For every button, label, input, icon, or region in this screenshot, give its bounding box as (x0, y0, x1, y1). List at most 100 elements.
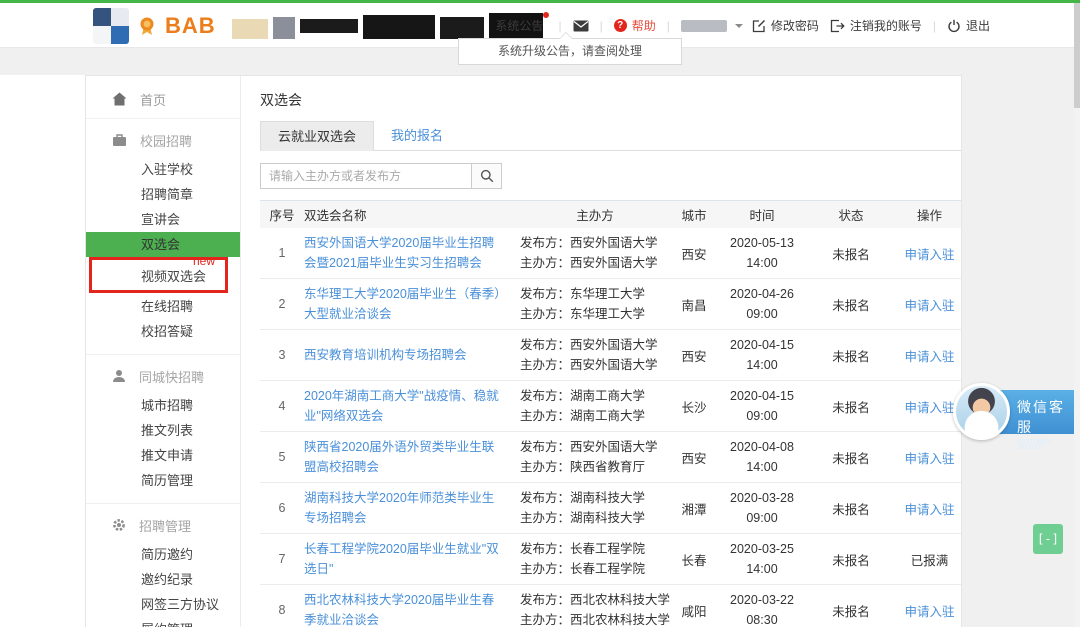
exit-link[interactable]: 退出 (947, 17, 990, 34)
fair-name-link[interactable]: 2020年湖南工商大学"战疫情、稳就业"网络双选会 (304, 389, 499, 423)
apply-link[interactable]: 申请入驻 (904, 299, 954, 313)
sidebar-item[interactable]: 双选会 (86, 232, 240, 257)
fair-name-link[interactable]: 陕西省2020届外语外贸类毕业生联盟高校招聘会 (304, 440, 494, 474)
apply-link[interactable]: 申请入驻 (904, 248, 954, 262)
cell-organizer: 发布方：东华理工大学主办方：东华理工大学 (520, 284, 670, 324)
cell-index: 7 (260, 552, 304, 566)
fair-name-link[interactable]: 湖南科技大学2020年师范类毕业生专场招聘会 (304, 491, 494, 525)
brand-name: BAB (165, 13, 216, 39)
cell-time: 2020-05-1314:00 (718, 233, 806, 273)
wechat-service-title: 微信客服 (1017, 397, 1080, 437)
search-input[interactable] (260, 163, 472, 189)
search-button[interactable] (472, 163, 502, 189)
logout-account-link[interactable]: 注销我的账号 (830, 17, 922, 34)
fair-name-link[interactable]: 西安教育培训机构专场招聘会 (304, 348, 467, 362)
column-header: 序号 (260, 205, 304, 224)
cell-time: 2020-03-2208:30 (718, 590, 806, 627)
fairs-table: 序号双选会名称主办方城市时间状态操作 1西安外国语大学2020届毕业生招聘会暨2… (260, 200, 962, 627)
scrollbar[interactable] (1074, 3, 1080, 627)
sidebar-item[interactable]: 推文申请 (86, 443, 240, 468)
cell-action: 已报满 (896, 550, 962, 569)
table-row: 5陕西省2020届外语外贸类毕业生联盟高校招聘会发布方：西安外国语大学主办方：陕… (260, 432, 962, 483)
fair-name-link[interactable]: 西北农林科技大学2020届毕业生春季就业洽谈会 (304, 593, 494, 627)
change-password-label: 修改密码 (771, 17, 819, 34)
cell-fair-name: 西安教育培训机构专场招聘会 (304, 345, 520, 365)
cell-fair-name: 东华理工大学2020届毕业生（春季）大型就业洽谈会 (304, 284, 520, 324)
sidebar-item[interactable]: 简历管理 (86, 468, 240, 493)
apply-link[interactable]: 申请入驻 (904, 605, 954, 619)
announcement-tooltip[interactable]: 系统升级公告，请查阅处理 (458, 38, 682, 65)
wechat-service-widget[interactable]: 微信客服 CUSTOMER SERVICE (953, 383, 1080, 445)
sidebar: 首页 校园招聘入驻学校招聘简章宣讲会双选会视频双选会new 在线招聘校招答疑同城快… (86, 76, 241, 627)
sidebar-section-label: 校园招聘 (140, 131, 192, 150)
apply-link[interactable]: 申请入驻 (904, 350, 954, 364)
new-badge: new (193, 255, 215, 267)
cell-time: 2020-04-2609:00 (718, 284, 806, 324)
table-row: 2东华理工大学2020届毕业生（春季）大型就业洽谈会发布方：东华理工大学主办方：… (260, 279, 962, 330)
table-row: 8西北农林科技大学2020届毕业生春季就业洽谈会发布方：西北农林科技大学主办方：… (260, 585, 962, 627)
scrollbar-thumb[interactable] (1074, 3, 1080, 108)
status-full-label: 已报满 (911, 554, 949, 568)
column-header: 主办方 (520, 205, 670, 224)
help-label: 帮助 (632, 17, 656, 34)
fair-name-link[interactable]: 东华理工大学2020届毕业生（春季）大型就业洽谈会 (304, 287, 501, 321)
minimize-button[interactable]: [-] (1033, 524, 1063, 554)
messages-button[interactable] (573, 20, 589, 32)
fair-name-link[interactable]: 长春工程学院2020届毕业生就业"双选日" (304, 542, 499, 576)
cell-city: 西安 (670, 346, 718, 365)
apply-link[interactable]: 申请入驻 (904, 401, 954, 415)
logout-account-label: 注销我的账号 (850, 17, 922, 34)
organizer-line: 发布方：湖南科技大学 (520, 488, 670, 508)
cell-fair-name: 陕西省2020届外语外贸类毕业生联盟高校招聘会 (304, 437, 520, 477)
tab-cloud-job-fairs[interactable]: 云就业双选会 (260, 121, 374, 151)
sidebar-item[interactable]: 城市招聘 (86, 393, 240, 418)
cell-city: 西安 (670, 448, 718, 467)
user-menu[interactable] (681, 20, 727, 32)
sidebar-section-header: 同城快招聘 (86, 359, 240, 393)
cell-action: 申请入驻 (896, 244, 962, 263)
sidebar-item[interactable]: 履约管理 (86, 617, 240, 627)
apply-link[interactable]: 申请入驻 (904, 503, 954, 517)
apply-link[interactable]: 申请入驻 (904, 452, 954, 466)
cell-fair-name: 湖南科技大学2020年师范类毕业生专场招聘会 (304, 488, 520, 528)
time-line: 2020-04-15 (718, 386, 806, 406)
fair-name-link[interactable]: 西安外国语大学2020届毕业生招聘会暨2021届毕业生实习生招聘会 (304, 236, 494, 270)
sidebar-item[interactable]: 邀约纪录 (86, 567, 240, 592)
column-header: 状态 (806, 205, 896, 224)
sidebar-item[interactable]: 招聘简章 (86, 182, 240, 207)
sidebar-item[interactable]: 推文列表 (86, 418, 240, 443)
organizer-line: 发布方：西北农林科技大学 (520, 590, 670, 610)
cell-status: 未报名 (806, 295, 896, 314)
cell-fair-name: 西北农林科技大学2020届毕业生春季就业洽谈会 (304, 590, 520, 627)
envelope-icon (573, 20, 589, 32)
sidebar-item[interactable]: 网签三方协议 (86, 592, 240, 617)
cell-city: 长春 (670, 550, 718, 569)
tab-my-registrations[interactable]: 我的报名 (374, 121, 460, 151)
cell-fair-name: 西安外国语大学2020届毕业生招聘会暨2021届毕业生实习生招聘会 (304, 233, 520, 273)
briefcase-icon (112, 133, 127, 147)
logo-quadrant (111, 26, 129, 44)
sidebar-item[interactable]: 入驻学校 (86, 157, 240, 182)
announcements-link[interactable]: 系统公告 (495, 17, 547, 34)
sidebar-item[interactable]: 视频双选会new (86, 264, 240, 289)
sidebar-section-label: 招聘管理 (139, 516, 191, 535)
time-line: 14:00 (718, 457, 806, 477)
announcements-label: 系统公告 (495, 17, 543, 34)
notification-dot (543, 12, 549, 18)
change-password-link[interactable]: 修改密码 (752, 17, 819, 34)
brand-logo (93, 8, 129, 44)
tab-bar: 云就业双选会 我的报名 (260, 121, 962, 151)
sidebar-item[interactable]: 宣讲会 (86, 207, 240, 232)
cell-organizer: 发布方：西安外国语大学主办方：西安外国语大学 (520, 335, 670, 375)
cell-action: 申请入驻 (896, 601, 962, 620)
sidebar-home-label: 首页 (140, 90, 166, 109)
sidebar-item[interactable]: 校招答疑 (86, 319, 240, 344)
help-link[interactable]: ? 帮助 (614, 17, 656, 34)
sidebar-item-home[interactable]: 首页 (86, 80, 240, 118)
sidebar-item[interactable]: 简历邀约 (86, 542, 240, 567)
cell-index: 8 (260, 603, 304, 617)
time-line: 2020-03-28 (718, 488, 806, 508)
organizer-line: 主办方：湖南科技大学 (520, 508, 670, 528)
sidebar-item[interactable]: 在线招聘 (86, 294, 240, 319)
sidebar-section: 同城快招聘城市招聘推文列表推文申请简历管理 (86, 355, 240, 503)
